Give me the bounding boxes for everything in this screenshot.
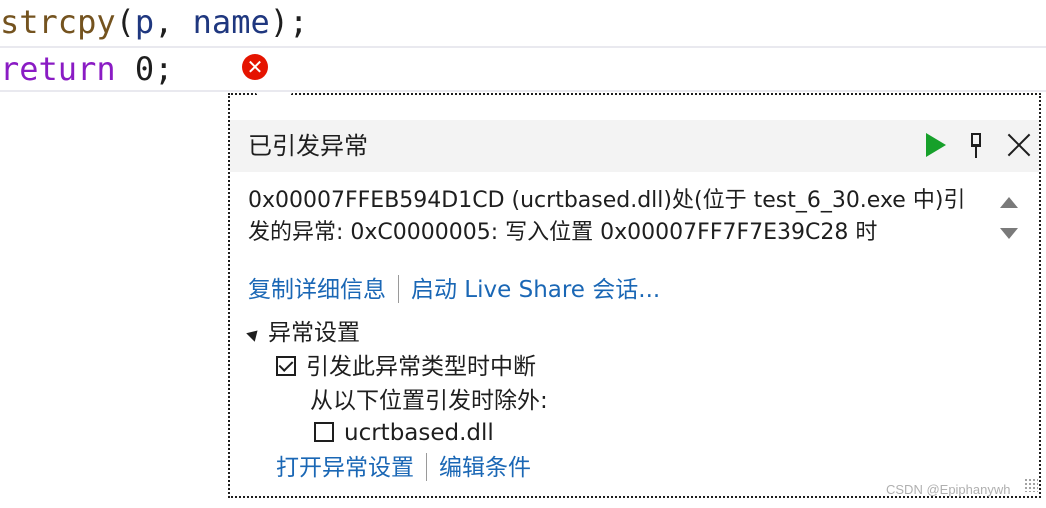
pin-icon-stem [975, 147, 977, 158]
pin-icon[interactable] [962, 130, 992, 160]
code-line-strcpy[interactable]: strcpy(p, name); [0, 0, 1046, 44]
watermark: CSDN @Epiphanywh [886, 482, 1011, 497]
exception-settings-toggle[interactable]: 异常设置 [246, 317, 360, 349]
details-links: 复制详细信息 启动 Live Share 会话... [248, 273, 660, 307]
scroll-up-icon[interactable] [1000, 197, 1018, 208]
exception-settings-header: 异常设置 [268, 320, 360, 346]
popup-pointer [256, 93, 292, 115]
popup-title: 已引发异常 [248, 132, 368, 160]
link-separator [398, 274, 399, 303]
error-icon[interactable]: ✕ [242, 54, 268, 80]
scroll-down-icon[interactable] [1000, 228, 1018, 239]
open-exception-settings-link[interactable]: 打开异常设置 [276, 455, 414, 481]
break-on-type-label: 引发此异常类型时中断 [306, 354, 536, 380]
break-on-type-row[interactable]: 引发此异常类型时中断 [276, 351, 536, 383]
code-keyword-return: return [0, 50, 116, 88]
link-separator [426, 452, 427, 481]
code-paren-close: ); [269, 3, 309, 41]
close-icon[interactable] [1004, 130, 1034, 160]
module-label: ucrtbased.dll [344, 420, 494, 446]
code-number: 0 [134, 50, 155, 88]
live-share-link[interactable]: 启动 Live Share 会话... [411, 277, 660, 303]
code-function: strcpy [0, 3, 116, 41]
continue-play-icon[interactable] [920, 130, 950, 160]
except-from-label: 从以下位置引发时除外: [310, 388, 548, 414]
code-paren-open: ( [115, 3, 135, 41]
code-line-return[interactable]: return 0; [0, 46, 1046, 92]
code-semicolon: ; [154, 50, 174, 88]
module-checkbox[interactable] [314, 421, 334, 442]
resize-grip-icon[interactable] [1024, 478, 1038, 492]
pin-icon-head [971, 133, 981, 147]
edit-conditions-link[interactable]: 编辑条件 [439, 455, 531, 481]
code-arg-name: name [192, 3, 270, 41]
popup-titlebar: 已引发异常 [230, 120, 1039, 172]
exception-message: 0x00007FFEB594D1CD (ucrtbased.dll)处(位于 t… [248, 188, 966, 245]
code-arg-p: p [134, 3, 155, 41]
break-on-type-checkbox[interactable] [276, 355, 296, 376]
copy-details-link[interactable]: 复制详细信息 [248, 277, 386, 303]
collapse-triangle-icon [246, 325, 262, 342]
exception-popup: 已引发异常 0x00007FFEB594D1CD (ucrtbased.dll)… [228, 93, 1041, 498]
settings-links: 打开异常设置 编辑条件 [276, 451, 531, 485]
code-comma: , [154, 3, 193, 41]
module-row[interactable]: ucrtbased.dll [314, 417, 494, 449]
